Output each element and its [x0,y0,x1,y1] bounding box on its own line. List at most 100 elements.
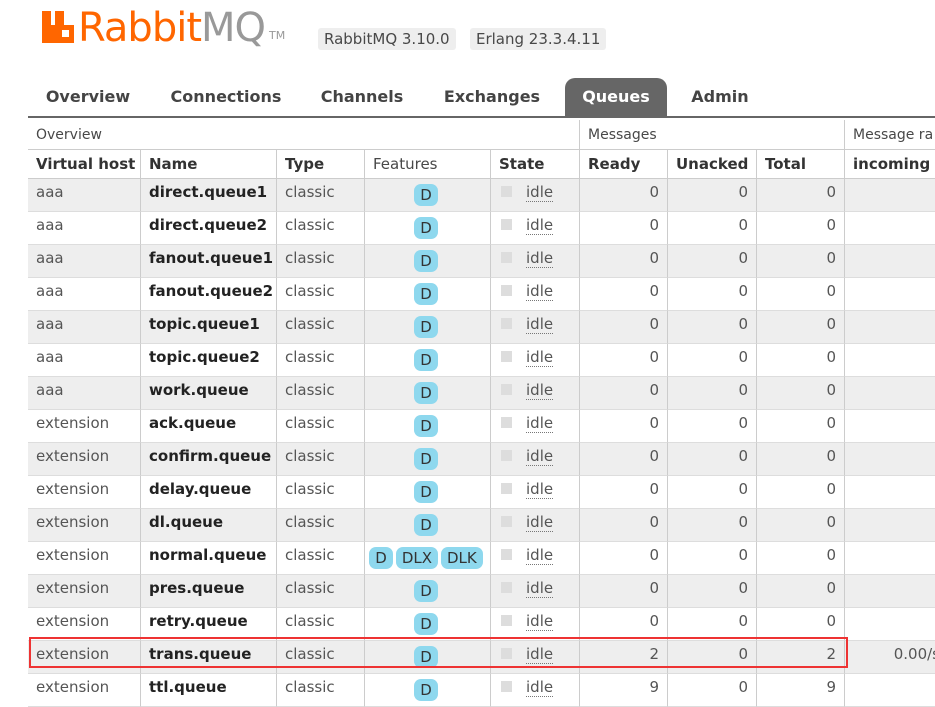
cell-unacked: 0 [668,575,757,608]
table-row: extension normal.queue classic D DLX DLK i… [28,542,935,575]
tab-exchanges[interactable]: Exchanges [436,78,548,116]
cell-incoming [845,410,935,443]
feature-badge-durable[interactable]: D [414,250,438,272]
cell-total: 0 [757,344,845,377]
queue-name-link[interactable]: ack.queue [141,410,277,443]
cell-state: idle [491,608,580,641]
cell-incoming [845,542,935,575]
table-row: aaa work.queue classic D idle 0 0 0 [28,377,935,410]
cell-vhost: extension [28,575,141,608]
queue-name-link[interactable]: retry.queue [141,608,277,641]
queue-name-link[interactable]: direct.queue1 [141,179,277,212]
feature-badge-dlx[interactable]: DLX [395,547,438,569]
cell-ready: 0 [580,212,668,245]
cell-ready: 0 [580,377,668,410]
feature-badge-durable[interactable]: D [414,283,438,305]
cell-state: idle [491,542,580,575]
cell-unacked: 0 [668,542,757,575]
col-virtual-host[interactable]: Virtual host [28,150,141,179]
tab-admin[interactable]: Admin [680,78,760,116]
tab-queues[interactable]: Queues [565,78,667,116]
queue-name-link[interactable]: ttl.queue [141,674,277,707]
feature-badge-durable[interactable]: D [414,679,438,701]
header: RabbitMQ TM RabbitMQ 3.10.0 Erlang 23.3.… [0,0,935,78]
feature-badge-durable[interactable]: D [414,184,438,206]
queue-name-link[interactable]: dl.queue [141,509,277,542]
state-idle-icon [501,450,512,461]
col-incoming[interactable]: incoming [845,150,935,179]
feature-badge-durable[interactable]: D [414,448,438,470]
cell-unacked: 0 [668,674,757,707]
state-label: idle [526,678,554,697]
cell-vhost: aaa [28,278,141,311]
cell-state: idle [491,212,580,245]
feature-badge-durable[interactable]: D [414,349,438,371]
rabbitmq-logo[interactable]: RabbitMQ TM [42,6,285,48]
cell-state: idle [491,245,580,278]
feature-badge-durable[interactable]: D [414,382,438,404]
table-row: extension delay.queue classic D idle 0 0… [28,476,935,509]
cell-ready: 0 [580,179,668,212]
tab-connections[interactable]: Connections [162,78,290,116]
rabbit-logo-icon [42,11,74,43]
state-label: idle [526,249,554,268]
cell-unacked: 0 [668,278,757,311]
cell-features: D [365,476,491,509]
cell-incoming [845,674,935,707]
queue-name-link[interactable]: topic.queue1 [141,311,277,344]
cell-incoming [845,509,935,542]
queue-name-link[interactable]: work.queue [141,377,277,410]
feature-badge-dlk[interactable]: DLK [441,547,483,569]
cell-vhost: aaa [28,311,141,344]
cell-state: idle [491,509,580,542]
cell-state: idle [491,476,580,509]
state-label: idle [526,513,554,532]
col-type[interactable]: Type [277,150,365,179]
cell-state: idle [491,179,580,212]
queue-name-link[interactable]: delay.queue [141,476,277,509]
cell-vhost: extension [28,641,141,674]
logo-text: RabbitMQ [78,5,266,51]
tab-overview[interactable]: Overview [36,78,140,116]
cell-vhost: extension [28,542,141,575]
queue-name-link[interactable]: fanout.queue2 [141,278,277,311]
cell-incoming [845,476,935,509]
queue-name-link[interactable]: topic.queue2 [141,344,277,377]
cell-total: 0 [757,509,845,542]
cell-vhost: aaa [28,212,141,245]
feature-badge-durable[interactable]: D [414,514,438,536]
feature-badge-durable[interactable]: D [414,613,438,635]
cell-incoming: 0.00/s [845,641,935,674]
feature-badge-durable[interactable]: D [369,547,393,569]
feature-badge-durable[interactable]: D [414,580,438,602]
feature-badge-durable[interactable]: D [414,481,438,503]
cell-type: classic [277,377,365,410]
state-idle-icon [501,285,512,296]
feature-badge-durable[interactable]: D [414,646,438,668]
col-total[interactable]: Total [757,150,845,179]
cell-type: classic [277,641,365,674]
queue-name-link[interactable]: confirm.queue [141,443,277,476]
cell-total: 0 [757,311,845,344]
cell-vhost: extension [28,476,141,509]
table-row: aaa direct.queue1 classic D idle 0 0 0 [28,179,935,212]
cell-state: idle [491,410,580,443]
col-state[interactable]: State [491,150,580,179]
col-name[interactable]: Name [141,150,277,179]
queue-name-link[interactable]: fanout.queue1 [141,245,277,278]
col-unacked[interactable]: Unacked [668,150,757,179]
col-ready[interactable]: Ready [580,150,668,179]
table-row: aaa fanout.queue1 classic D idle 0 0 0 [28,245,935,278]
tab-channels[interactable]: Channels [310,78,414,116]
queue-name-link[interactable]: pres.queue [141,575,277,608]
queue-name-link[interactable]: normal.queue [141,542,277,575]
queue-name-link[interactable]: direct.queue2 [141,212,277,245]
cell-vhost: aaa [28,179,141,212]
state-idle-icon [501,417,512,428]
feature-badge-durable[interactable]: D [414,217,438,239]
table-row-highlighted: extension trans.queue classic D idle 2 0… [28,641,935,674]
cell-unacked: 0 [668,212,757,245]
feature-badge-durable[interactable]: D [414,316,438,338]
queue-name-link[interactable]: trans.queue [141,641,277,674]
feature-badge-durable[interactable]: D [414,415,438,437]
